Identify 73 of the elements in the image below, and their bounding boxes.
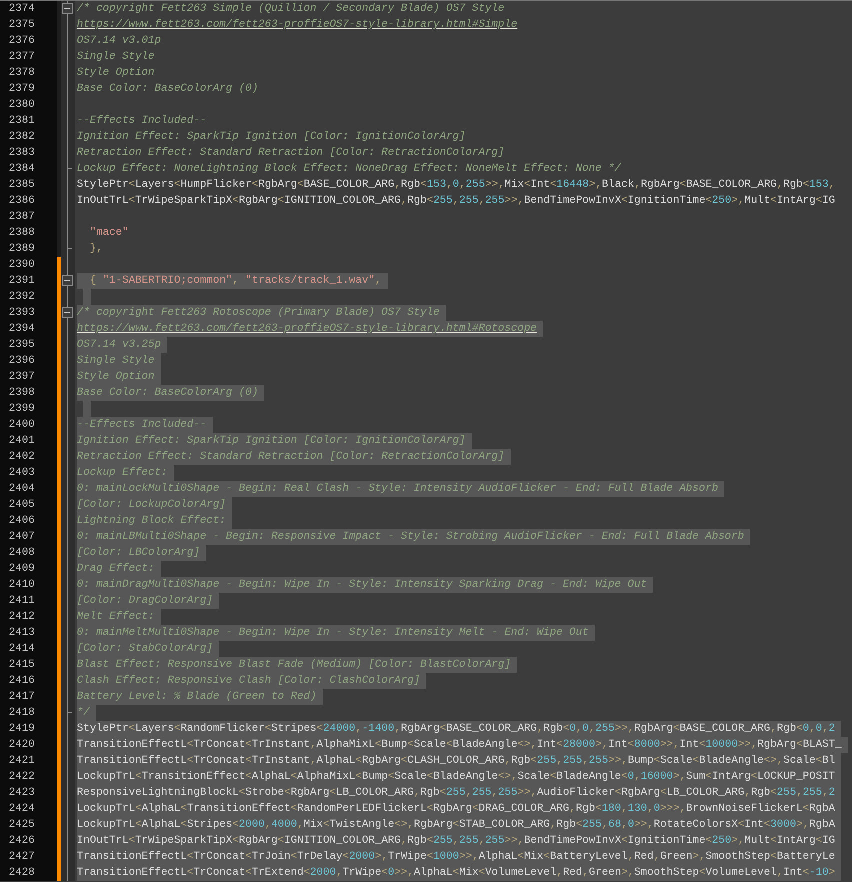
line-number: 2410 <box>0 577 57 593</box>
line-number: 2400 <box>0 417 57 433</box>
line-number: 2390 <box>0 257 57 273</box>
line-number: 2414 <box>0 641 57 657</box>
line-number: 2428 <box>0 865 57 881</box>
comment-line: OS7.14 v3.01p <box>77 34 162 49</box>
code-line: InOutTrL<TrWipeSparkTipX<RgbArg<IGNITION_COLOR_ARG,Rgb<255,255,255>>,BendTimePowInvX<IgnitionTime<250>,Mult<IntArg<IG <box>77 194 836 209</box>
line-number: 2384 <box>0 161 57 177</box>
line-number: 2376 <box>0 33 57 49</box>
line-number: 2386 <box>0 193 57 209</box>
line-number: 2383 <box>0 145 57 161</box>
comment-line: --Effects Included-- <box>77 114 208 129</box>
line-number: 2407 <box>0 529 57 545</box>
line-number: 2381 <box>0 113 57 129</box>
line-number: 2417 <box>0 689 57 705</box>
line-number: 2411 <box>0 593 57 609</box>
line-number: 2391 <box>0 273 57 289</box>
line-number: 2394 <box>0 321 57 337</box>
line-number: 2375 <box>0 17 57 33</box>
line-number: 2416 <box>0 673 57 689</box>
line-number: 2399 <box>0 401 57 417</box>
line-number: 2405 <box>0 497 57 513</box>
line-number: 2418 <box>0 705 57 721</box>
url-link[interactable]: https://www.fett263.com/fett263-proffieOS7-style-library.html#Rotoscope <box>77 321 544 337</box>
line-number: 2424 <box>0 801 57 817</box>
code-line: }, <box>88 242 104 257</box>
line-number: 2401 <box>0 433 57 449</box>
line-number: 2409 <box>0 561 57 577</box>
line-number: 2374 <box>0 1 57 17</box>
line-number: 2427 <box>0 849 57 865</box>
line-number: 2380 <box>0 97 57 113</box>
line-number: 2421 <box>0 753 57 769</box>
comment-line: Retraction Effect: Standard Retraction [Color: RetractionColorArg] <box>77 146 506 161</box>
line-number: 2403 <box>0 465 57 481</box>
comment-line: Ignition Effect: SparkTip Ignition [Color: IgnitionColorArg] <box>77 130 467 145</box>
line-number: 2389 <box>0 241 57 257</box>
line-number: 2387 <box>0 209 57 225</box>
code-line: "mace" <box>88 226 130 241</box>
line-number: 2398 <box>0 385 57 401</box>
comment-line: /* copyright Fett263 Simple (Quillion / Secondary Blade) OS7 Style <box>77 2 506 17</box>
line-number: 2423 <box>0 785 57 801</box>
line-number: 2382 <box>0 129 57 145</box>
fold-collapse-icon[interactable] <box>62 3 73 14</box>
line-number: 2408 <box>0 545 57 561</box>
comment-line: Style Option <box>77 66 156 81</box>
line-number: 2397 <box>0 369 57 385</box>
line-number: 2395 <box>0 337 57 353</box>
url-link[interactable]: https://www.fett263.com/fett263-proffieOS7-style-library.html#Simple <box>77 17 524 33</box>
line-number: 2377 <box>0 49 57 65</box>
line-number: 2419 <box>0 721 57 737</box>
code-line: StylePtr<Layers<HumpFlicker<RgbArg<BASE_COLOR_ARG,Rgb<153,0,255>>,Mix<Int<16448>,Black,RgbArg<BASE_COLOR_ARG,Rgb<153, <box>77 178 836 193</box>
line-number: 2385 <box>0 177 57 193</box>
line-number: 2404 <box>0 481 57 497</box>
line-number: 2388 <box>0 225 57 241</box>
line-number: 2420 <box>0 737 57 753</box>
line-number: 2379 <box>0 81 57 97</box>
fold-collapse-icon[interactable] <box>62 307 73 318</box>
line-number: 2422 <box>0 769 57 785</box>
line-number: 2378 <box>0 65 57 81</box>
line-number: 2406 <box>0 513 57 529</box>
line-number: 2413 <box>0 625 57 641</box>
line-number: 2393 <box>0 305 57 321</box>
line-number: 2415 <box>0 657 57 673</box>
comment-line: Base Color: BaseColorArg (0) <box>77 82 260 97</box>
comment-line: Single Style <box>77 50 156 65</box>
line-number: 2402 <box>0 449 57 465</box>
fold-collapse-icon[interactable] <box>62 275 73 286</box>
comment-line: Lockup Effect: NoneLightning Block Effect: NoneDrag Effect: NoneMelt Effect: None */ <box>77 162 622 177</box>
line-number: 2412 <box>0 609 57 625</box>
line-number: 2426 <box>0 833 57 849</box>
line-number: 2396 <box>0 353 57 369</box>
line-number: 2392 <box>0 289 57 305</box>
line-number: 2425 <box>0 817 57 833</box>
